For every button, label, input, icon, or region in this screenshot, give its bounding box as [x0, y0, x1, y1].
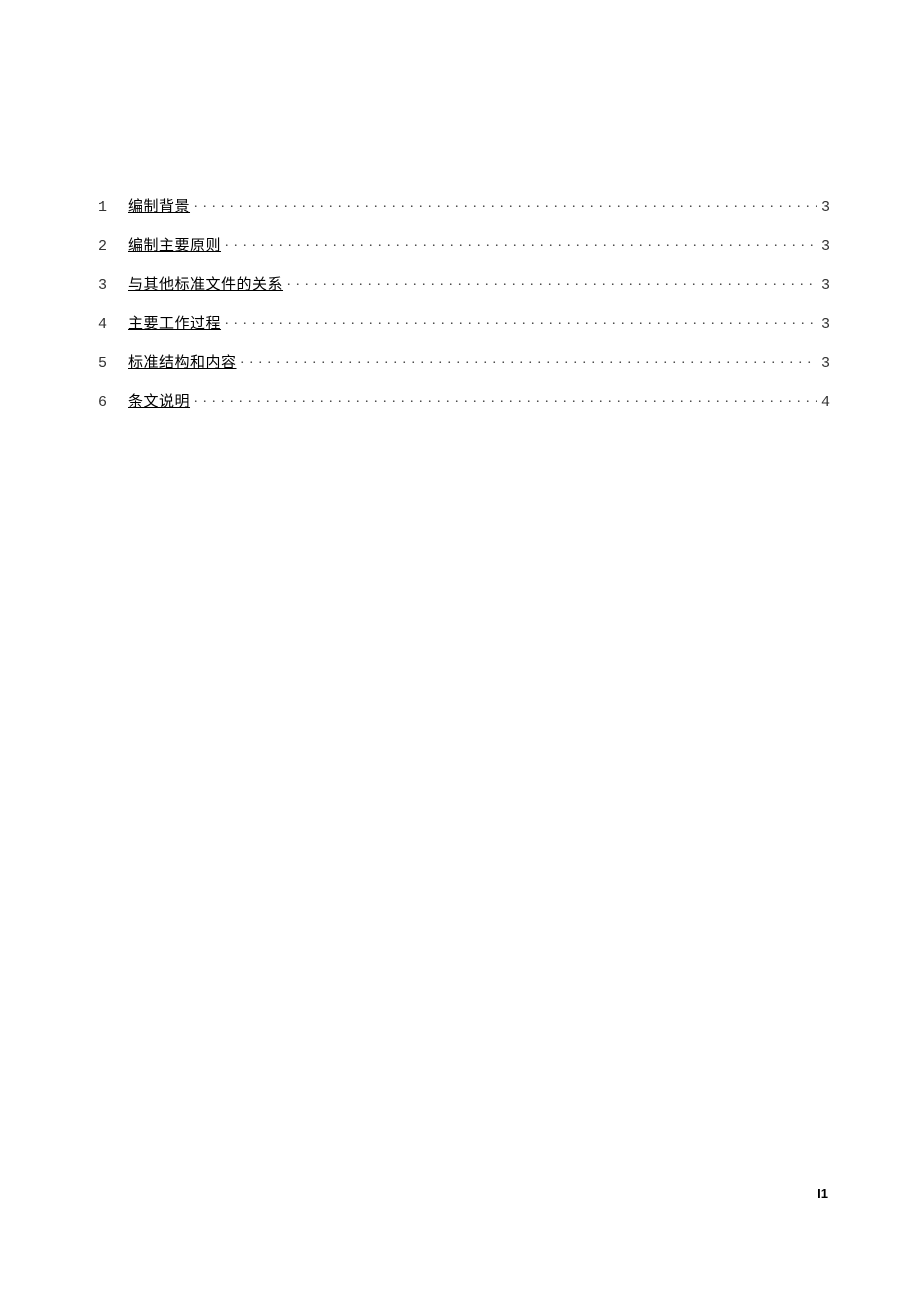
toc-entry-number: 2	[98, 239, 128, 254]
toc-entry[interactable]: 4 主要工作过程 3	[98, 313, 830, 332]
toc-entry-number: 6	[98, 395, 128, 410]
toc-entry-title: 与其他标准文件的关系	[128, 278, 283, 293]
toc-entry-title: 编制背景	[128, 200, 190, 215]
toc-entry-page: 3	[819, 356, 830, 371]
toc-entry-page: 3	[819, 317, 830, 332]
toc-entry-title: 编制主要原则	[128, 239, 221, 254]
table-of-contents: 1 编制背景 3 2 编制主要原则 3 3 与其他标准文件的关系 3 4 主要工…	[98, 196, 830, 410]
toc-entry-title: 主要工作过程	[128, 317, 221, 332]
toc-entry-number: 1	[98, 200, 128, 215]
document-page: 1 编制背景 3 2 编制主要原则 3 3 与其他标准文件的关系 3 4 主要工…	[0, 0, 920, 1301]
toc-entry-page: 4	[819, 395, 830, 410]
page-number: I1	[817, 1186, 828, 1201]
toc-entry[interactable]: 2 编制主要原则 3	[98, 235, 830, 254]
toc-entry-title: 标准结构和内容	[128, 356, 237, 371]
toc-leader-dots	[194, 196, 817, 211]
toc-entry-page: 3	[819, 278, 830, 293]
toc-leader-dots	[241, 352, 817, 367]
toc-entry-number: 5	[98, 356, 128, 371]
toc-entry-number: 3	[98, 278, 128, 293]
toc-leader-dots	[225, 235, 817, 250]
toc-entry[interactable]: 1 编制背景 3	[98, 196, 830, 215]
toc-entry-page: 3	[819, 200, 830, 215]
toc-entry[interactable]: 5 标准结构和内容 3	[98, 352, 830, 371]
toc-entry[interactable]: 6 条文说明 4	[98, 391, 830, 410]
toc-leader-dots	[194, 391, 817, 406]
toc-entry-title: 条文说明	[128, 395, 190, 410]
toc-entry-number: 4	[98, 317, 128, 332]
toc-leader-dots	[287, 274, 817, 289]
toc-entry-page: 3	[819, 239, 830, 254]
toc-entry[interactable]: 3 与其他标准文件的关系 3	[98, 274, 830, 293]
toc-leader-dots	[225, 313, 817, 328]
